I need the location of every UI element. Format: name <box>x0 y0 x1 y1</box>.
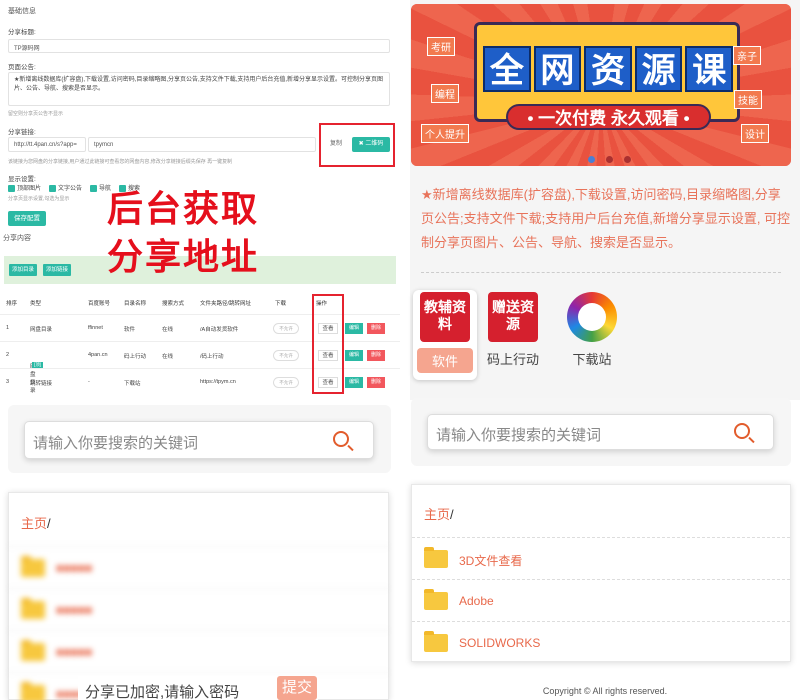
search-icon[interactable] <box>734 423 750 439</box>
banner-tag: 个人提升 <box>421 124 469 143</box>
carousel-dot[interactable] <box>624 156 631 163</box>
divider-dashed <box>421 272 781 273</box>
delete-button[interactable]: 删除 <box>367 350 385 361</box>
highlight-box-link <box>319 123 395 167</box>
share-content-title: 分享内容 <box>3 235 31 242</box>
notice-label: 页面公告: <box>8 64 36 71</box>
admin-panel: 基础信息 分享标题: TP源码网 页面公告: ★新增离线数据库(扩容盘),下载设… <box>0 0 400 400</box>
folder-icon <box>424 631 448 652</box>
section-basic-title: 基础信息 <box>8 8 36 15</box>
col-download: 下载 <box>275 301 287 307</box>
page-notice: ★新增离线数据库(扩容盘),下载设置,访问密码,目录缩略图,分享页公告;支持文件… <box>421 187 791 250</box>
list-item[interactable]: ■■■■■ <box>9 630 388 672</box>
display-settings-label: 显示设置: <box>8 176 36 183</box>
folder-name[interactable]: SOLIDWORKS <box>459 636 540 650</box>
folder-icon <box>21 598 45 619</box>
share-link-hint: 该链接为您网盘的分享链接,用户通过此链接可查看您的网盘内容,修改分享链接后缀先保… <box>8 159 233 165</box>
gift-icon: 赠送资源 <box>488 292 538 342</box>
folder-icon <box>21 556 45 577</box>
banner-tag: 设计 <box>741 124 769 143</box>
banner-title: 全网资源课 <box>483 46 733 92</box>
download-toggle[interactable]: 不允许 <box>273 323 299 334</box>
folder-icon <box>21 640 45 661</box>
file-list-right: 主页/ 3D文件查看 Adobe SOLIDWORKS <box>411 484 791 662</box>
banner-tag: 技能 <box>734 90 762 109</box>
share-link-input[interactable]: http://tt.4pan.cn/s?app= <box>8 137 86 152</box>
search-placeholder: 请输入你要搜索的关键词 <box>33 435 199 452</box>
col-name: 目录名称 <box>124 301 147 307</box>
share-link-code-input[interactable]: tpymcn <box>88 137 316 152</box>
nav-item-label: 软件 <box>417 348 473 373</box>
banner-image[interactable]: 全网资源课 • 一次付费 永久观看 • 考研 编程 个人提升 亲子 技能 设计 <box>411 4 791 166</box>
nav-item-download[interactable]: 下载站 <box>560 292 624 368</box>
col-mode: 搜索方式 <box>162 301 185 307</box>
add-directory-button[interactable]: 添加目录 <box>9 264 38 276</box>
search-icon[interactable] <box>333 431 349 447</box>
col-path: 文件夹路径/跳转网址 <box>200 301 252 307</box>
download-toggle[interactable]: 不允许 <box>273 350 299 361</box>
footer-copyright: Copyright © All rights reserved. <box>542 686 668 696</box>
folder-icon <box>424 547 448 568</box>
banner-tag: 编程 <box>431 84 459 103</box>
divider <box>400 0 410 700</box>
checkbox-text-notice[interactable]: 文字公告 <box>49 183 82 192</box>
overlay-caption-line2: 分享地址 <box>107 237 260 278</box>
banner-subtitle: • 一次付费 永久观看 • <box>506 104 711 130</box>
banner-tag: 亲子 <box>733 46 761 65</box>
breadcrumb: 主页/ <box>21 516 51 531</box>
display-hint: 分享页显示设置,勾选为显示 <box>8 196 70 202</box>
carousel-dots <box>588 156 631 163</box>
edit-button[interactable]: 编辑 <box>345 323 363 334</box>
share-link-label: 分享链接: <box>8 129 36 136</box>
col-sort: 排序 <box>6 301 18 307</box>
list-item[interactable]: Adobe <box>412 579 790 621</box>
save-config-button[interactable]: 保存配置 <box>8 211 46 226</box>
delete-button[interactable]: 删除 <box>367 377 385 388</box>
list-item[interactable]: ■■■■■ <box>9 546 388 588</box>
carousel-dot[interactable] <box>606 156 613 163</box>
share-page-top: 全网资源课 • 一次付费 永久观看 • 考研 编程 个人提升 亲子 技能 设计 … <box>410 0 800 400</box>
overlay-caption-line1: 后台获取 <box>107 189 260 230</box>
edit-button[interactable]: 编辑 <box>345 350 363 361</box>
col-type: 类型 <box>30 301 42 307</box>
nav-item-code[interactable]: 赠送资源 码上行动 <box>481 292 545 368</box>
highlight-box-actions <box>312 294 344 394</box>
password-input[interactable]: 分享已加密,请输入密码 <box>85 681 239 700</box>
breadcrumb-home[interactable]: 主页 <box>21 516 47 531</box>
add-link-button[interactable]: 添加链接 <box>43 264 72 276</box>
folder-name[interactable]: Adobe <box>459 594 494 608</box>
composite-screenshot: 基础信息 分享标题: TP源码网 页面公告: ★新增离线数据库(扩容盘),下载设… <box>0 0 800 700</box>
delete-button[interactable]: 删除 <box>367 323 385 334</box>
folder-name[interactable]: 3D文件查看 <box>459 552 522 569</box>
search-placeholder: 请输入你要搜索的关键词 <box>436 427 602 444</box>
search-input[interactable]: 请输入你要搜索的关键词 <box>427 414 774 450</box>
share-title-input[interactable]: TP源码网 <box>8 39 390 53</box>
search-area-left: 请输入你要搜索的关键词 <box>8 405 391 473</box>
share-title-label: 分享标题: <box>8 29 36 36</box>
notice-hint: 留空则分享页公告不显示 <box>8 111 64 117</box>
nav-item-label: 码上行动 <box>486 352 539 367</box>
folder-icon <box>21 682 45 700</box>
file-list-left: 主页/ ■■■■■ ■■■■■ ■■■■■ ■■■■■ <box>8 492 389 700</box>
search-area-right: 请输入你要搜索的关键词 <box>411 398 791 466</box>
banner-tag: 考研 <box>427 37 455 56</box>
nav-item-software[interactable]: 教辅资料 软件 <box>413 290 477 380</box>
list-item[interactable]: ■■■■■ <box>9 588 388 630</box>
folder-icon <box>424 589 448 610</box>
education-icon: 教辅资料 <box>420 292 470 342</box>
submit-button[interactable]: 提交 <box>277 676 317 700</box>
col-account: 百度账号 <box>88 301 111 307</box>
notice-textarea[interactable]: ★新增离线数据库(扩容盘),下载设置,访问密码,目录缩略图,分享页公告,支持文件… <box>8 72 390 106</box>
breadcrumb: 主页/ <box>424 507 454 522</box>
checkbox-top-image[interactable]: 顶部图片 <box>8 183 41 192</box>
edit-button[interactable]: 编辑 <box>345 377 363 388</box>
list-item[interactable]: SOLIDWORKS <box>412 621 790 663</box>
carousel-dot[interactable] <box>588 156 595 163</box>
ring-logo-icon <box>567 292 617 342</box>
nav-item-label: 下载站 <box>572 352 612 367</box>
download-toggle[interactable]: 不允许 <box>273 377 299 388</box>
breadcrumb-home[interactable]: 主页 <box>424 507 450 522</box>
list-item[interactable]: 3D文件查看 <box>412 537 790 579</box>
search-input[interactable]: 请输入你要搜索的关键词 <box>24 421 374 459</box>
